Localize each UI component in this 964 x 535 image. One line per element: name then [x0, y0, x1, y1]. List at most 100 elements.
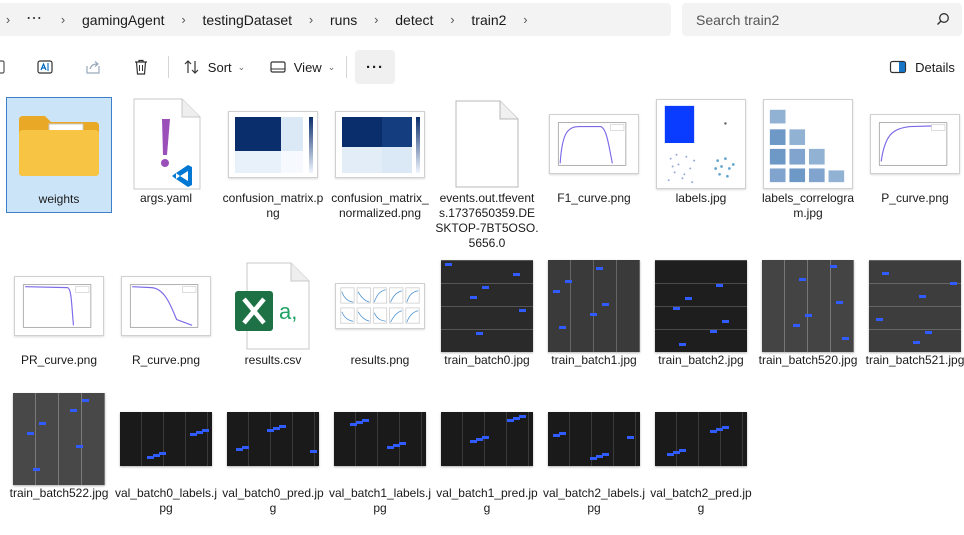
detection-box [722, 426, 729, 429]
detection-box [710, 330, 717, 333]
divider [168, 56, 169, 78]
detection-box [716, 428, 723, 431]
chevron-right-icon[interactable]: › [366, 12, 386, 27]
detection-box [236, 448, 243, 451]
file-name: F1_curve.png [557, 191, 631, 205]
detection-box [710, 430, 717, 433]
detection-box [513, 273, 520, 276]
file-item-tfevents[interactable]: events.out.tfevents.1737650359.DESKTOP-7… [434, 97, 540, 251]
sort-button[interactable]: Sort ⌄ [178, 50, 250, 84]
file-item-train-batch520[interactable]: train_batch520.jpg [755, 259, 861, 368]
detection-box [362, 419, 369, 422]
breadcrumb-item[interactable]: runs [321, 12, 366, 28]
file-item-train-batch522[interactable]: train_batch522.jpg [6, 392, 112, 501]
rename-button[interactable] [30, 50, 60, 84]
copy-button[interactable] [0, 50, 6, 84]
correlogram-thumbnail [763, 99, 853, 189]
detection-box [799, 278, 806, 281]
file-item-confusion-matrix-normalized[interactable]: confusion_matrix_normalized.png [327, 97, 433, 221]
detection-box [673, 307, 680, 310]
file-item-pr-curve[interactable]: PR_curve.png [6, 259, 112, 368]
file-item-val-batch1-labels[interactable]: val_batch1_labels.jpg [327, 392, 433, 516]
view-label: View [293, 59, 322, 75]
file-item-labels[interactable]: labels.jpg [648, 97, 754, 206]
file-item-val-batch0-labels[interactable]: val_batch0_labels.jpg [113, 392, 219, 516]
view-button[interactable]: View ⌄ [264, 50, 340, 84]
search-icon[interactable] [936, 12, 950, 26]
more-locations-button[interactable]: ⋯ [18, 8, 53, 32]
file-name: confusion_matrix_normalized.png [331, 191, 429, 220]
file-item-val-batch0-pred[interactable]: val_batch0_pred.jpg [220, 392, 326, 516]
sort-icon [184, 60, 199, 74]
file-item-results-csv[interactable]: a, results.csv [220, 259, 326, 368]
chevron-down-icon: ⌄ [237, 61, 246, 72]
breadcrumb-item[interactable]: testingDataset [194, 12, 302, 28]
see-more-button[interactable]: ··· [355, 50, 395, 84]
file-item-train-batch521[interactable]: train_batch521.jpg [862, 259, 964, 368]
file-name: labels.jpg [675, 191, 727, 205]
divider [346, 56, 347, 78]
detection-box [39, 422, 46, 425]
chevron-right-icon[interactable]: › [442, 12, 462, 27]
image-thumbnail [120, 412, 212, 466]
detection-box [202, 429, 209, 432]
file-item-confusion-matrix[interactable]: confusion_matrix.png [220, 97, 326, 221]
chevron-right-icon[interactable]: › [515, 12, 535, 27]
detection-box [590, 457, 597, 460]
detection-box [33, 468, 40, 471]
chevron-right-icon[interactable]: › [0, 12, 18, 27]
detection-box [830, 265, 837, 268]
image-thumbnail [548, 412, 640, 466]
file-name: val_batch1_labels.jpg [328, 486, 432, 515]
detection-box [716, 284, 723, 287]
breadcrumb-item[interactable]: gamingAgent [73, 12, 174, 28]
detection-box [482, 286, 489, 289]
chevron-right-icon[interactable]: › [301, 12, 321, 27]
file-item-p-curve[interactable]: P_curve.png [862, 97, 964, 206]
share-button[interactable] [78, 50, 108, 84]
search-input[interactable] [696, 11, 926, 28]
detection-box [267, 429, 274, 432]
sort-label: Sort [207, 59, 232, 75]
file-item-val-batch2-pred[interactable]: val_batch2_pred.jpg [648, 392, 754, 516]
file-name: val_batch2_pred.jpg [650, 486, 752, 515]
detection-box [476, 438, 483, 441]
file-name: args.yaml [139, 191, 192, 205]
file-item-val-batch1-pred[interactable]: val_batch1_pred.jpg [434, 392, 540, 516]
detection-box [387, 446, 394, 449]
detection-box [590, 313, 597, 316]
file-item-train-batch2[interactable]: train_batch2.jpg [648, 259, 754, 368]
file-item-args-yaml[interactable]: args.yaml [113, 97, 219, 206]
chevron-right-icon[interactable]: › [53, 12, 73, 27]
detection-box [242, 446, 249, 449]
detection-box [559, 326, 566, 329]
matrix-thumbnail [335, 110, 425, 178]
file-item-train-batch0[interactable]: train_batch0.jpg [434, 259, 540, 368]
file-item-r-curve[interactable]: R_curve.png [113, 259, 219, 368]
matrix-thumbnail [228, 110, 318, 178]
file-item-val-batch2-labels[interactable]: val_batch2_labels.jpg [541, 392, 647, 516]
chevron-down-icon: ⌄ [327, 61, 336, 72]
file-item-f1-curve[interactable]: F1_curve.png [541, 97, 647, 206]
detection-box [836, 301, 843, 304]
detection-box [925, 331, 932, 334]
search-box[interactable] [682, 3, 962, 36]
file-name: train_batch520.jpg [758, 353, 858, 367]
detection-box [793, 324, 800, 327]
delete-button[interactable] [126, 50, 156, 84]
chevron-right-icon[interactable]: › [174, 12, 194, 27]
breadcrumb-item[interactable]: detect [386, 12, 442, 28]
file-name: train_batch521.jpg [865, 353, 964, 367]
details-button[interactable]: Details [886, 50, 958, 84]
file-item-results-png[interactable]: results.png [327, 259, 433, 368]
image-thumbnail [762, 260, 854, 352]
detection-box [950, 282, 957, 285]
file-item-train-batch1[interactable]: train_batch1.jpg [541, 259, 647, 368]
file-name: labels_correlogram.jpg [761, 191, 855, 220]
detection-box [82, 399, 89, 402]
file-name: weights [38, 192, 80, 206]
file-item-labels-correlogram[interactable]: labels_correlogram.jpg [755, 97, 861, 221]
breadcrumb-item[interactable]: train2 [462, 12, 515, 28]
breadcrumb[interactable]: › ⋯ › gamingAgent › testingDataset › run… [0, 3, 671, 36]
file-item-weights[interactable]: weights [6, 97, 112, 213]
